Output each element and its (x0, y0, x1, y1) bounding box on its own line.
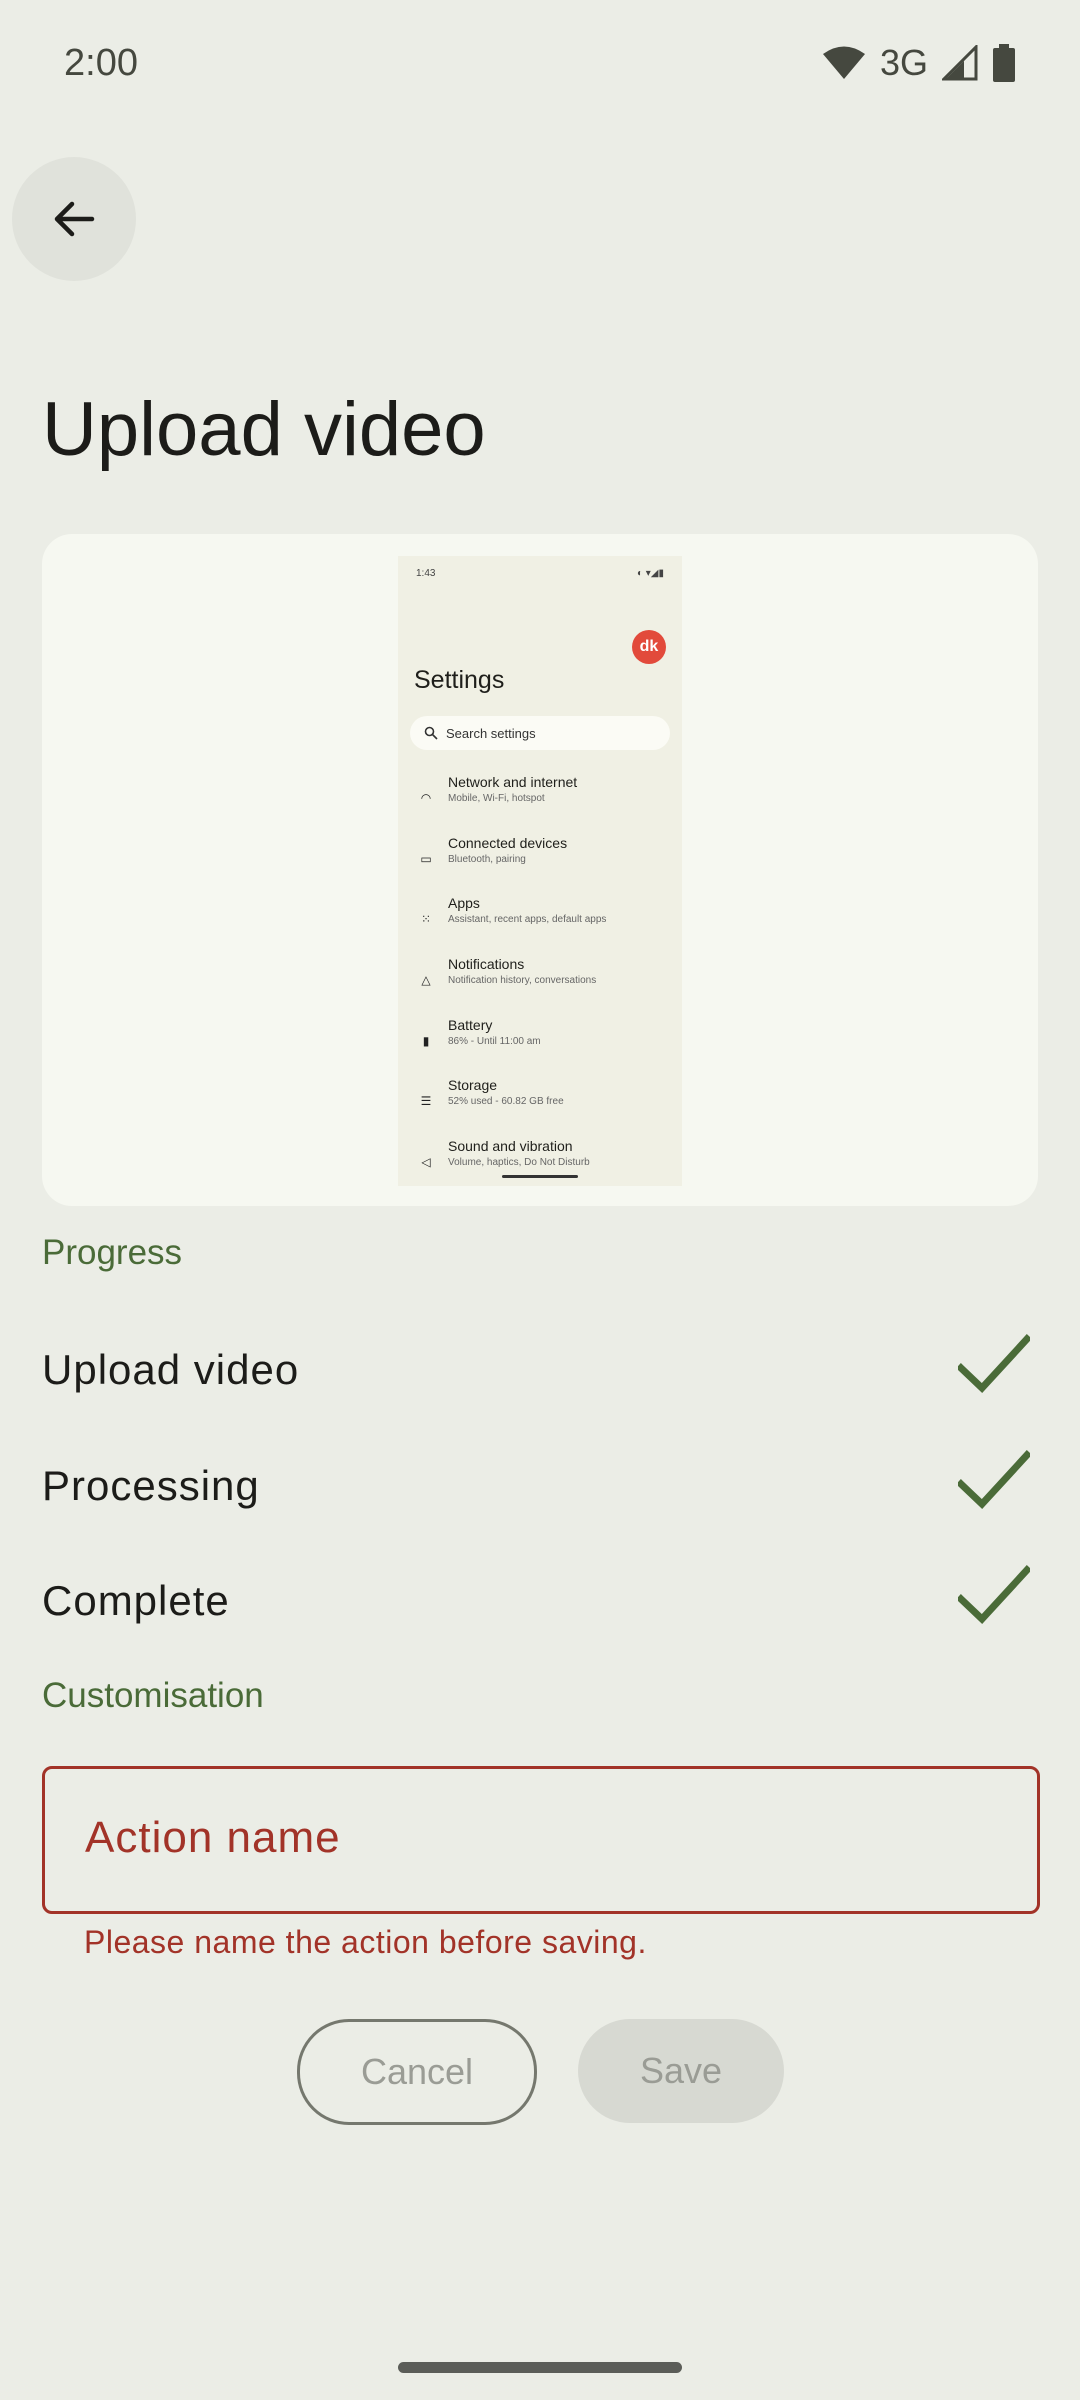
progress-heading: Progress (42, 1233, 183, 1272)
action-name-error: Please name the action before saving. (84, 1924, 647, 1960)
preview-status-icons: ◐ ▾◢▮ (636, 568, 664, 579)
preview-item-label: Apps (448, 895, 480, 912)
arrow-back-icon (54, 201, 95, 237)
devices-icon: ▭ (420, 851, 432, 866)
home-indicator[interactable] (398, 2362, 682, 2373)
preview-list-item: ⁙ Apps Assistant, recent apps, default a… (398, 895, 682, 956)
preview-list-item: ▮ Battery 86% - Until 11:00 am (398, 1017, 682, 1078)
status-time: 2:00 (64, 42, 138, 84)
signal-icon (942, 45, 978, 81)
preview-list-item: ◁ Sound and vibration Volume, haptics, D… (398, 1138, 682, 1186)
search-icon (424, 726, 438, 740)
page-title: Upload video (42, 387, 486, 472)
progress-step-label: Processing (42, 1462, 260, 1509)
preview-item-label: Sound and vibration (448, 1138, 573, 1155)
progress-step-upload: Upload video (42, 1320, 1038, 1420)
battery-icon (993, 44, 1015, 82)
network-type-label: 3G (879, 42, 928, 83)
preview-item-label: Notifications (448, 956, 525, 973)
preview-list-item: △ Notifications Notification history, co… (398, 956, 682, 1017)
action-name-input[interactable]: Action name (42, 1766, 1040, 1914)
preview-search-bar: Search settings (410, 716, 670, 750)
bell-icon: △ (421, 973, 431, 988)
preview-item-label: Storage (448, 1077, 498, 1094)
apps-grid-icon: ⁙ (420, 912, 432, 927)
status-icons: 3G (822, 42, 1016, 84)
preview-list-item: ◠ Network and internet Mobile, Wi-Fi, ho… (398, 774, 682, 835)
speaker-icon: ◁ (421, 1155, 431, 1170)
preview-list-item: ▭ Connected devices Bluetooth, pairing (398, 835, 682, 896)
preview-search-placeholder: Search settings (446, 725, 536, 741)
wifi-icon: ◠ (420, 791, 432, 805)
preview-settings-title: Settings (414, 666, 505, 694)
preview-item-sub: Bluetooth, pairing (448, 853, 526, 865)
preview-item-sub: Assistant, recent apps, default apps (448, 914, 607, 926)
back-button[interactable] (12, 157, 136, 281)
save-button[interactable]: Save (578, 2019, 784, 2123)
preview-avatar: dk (632, 630, 666, 664)
action-name-placeholder: Action name (85, 1813, 341, 1862)
progress-step-complete: Complete (42, 1551, 1038, 1651)
wifi-icon (822, 46, 865, 79)
preview-status-time: 1:43 (416, 568, 436, 579)
video-preview-thumbnail: 1:43 ◐ ▾◢▮ dk Settings Search settings ◠… (398, 556, 682, 1186)
preview-item-sub: 86% - Until 11:00 am (448, 1035, 541, 1047)
check-icon (958, 1334, 1030, 1393)
preview-home-indicator (502, 1175, 578, 1178)
progress-step-processing: Processing (42, 1436, 1038, 1536)
video-preview-card: 1:43 ◐ ▾◢▮ dk Settings Search settings ◠… (42, 534, 1038, 1206)
preview-settings-list: ◠ Network and internet Mobile, Wi-Fi, ho… (398, 774, 682, 1186)
cancel-button[interactable]: Cancel (297, 2019, 537, 2125)
storage-icon: ☰ (420, 1094, 432, 1109)
preview-item-sub: Notification history, conversations (448, 975, 597, 987)
preview-item-label: Battery (448, 1016, 493, 1033)
preview-item-label: Network and internet (448, 774, 578, 790)
progress-step-label: Upload video (42, 1346, 300, 1393)
battery-icon: ▮ (422, 1033, 430, 1048)
customisation-heading: Customisation (42, 1676, 264, 1715)
check-icon (958, 1450, 1030, 1509)
progress-step-label: Complete (42, 1577, 230, 1624)
check-icon (958, 1565, 1030, 1624)
preview-item-sub: 52% used - 60.82 GB free (448, 1096, 564, 1108)
preview-list-item: ☰ Storage 52% used - 60.82 GB free (398, 1077, 682, 1138)
preview-item-label: Connected devices (448, 834, 568, 851)
preview-item-sub: Volume, haptics, Do Not Disturb (448, 1157, 590, 1169)
preview-item-sub: Mobile, Wi-Fi, hotspot (448, 793, 545, 804)
status-bar: 2:00 3G (0, 0, 1080, 134)
